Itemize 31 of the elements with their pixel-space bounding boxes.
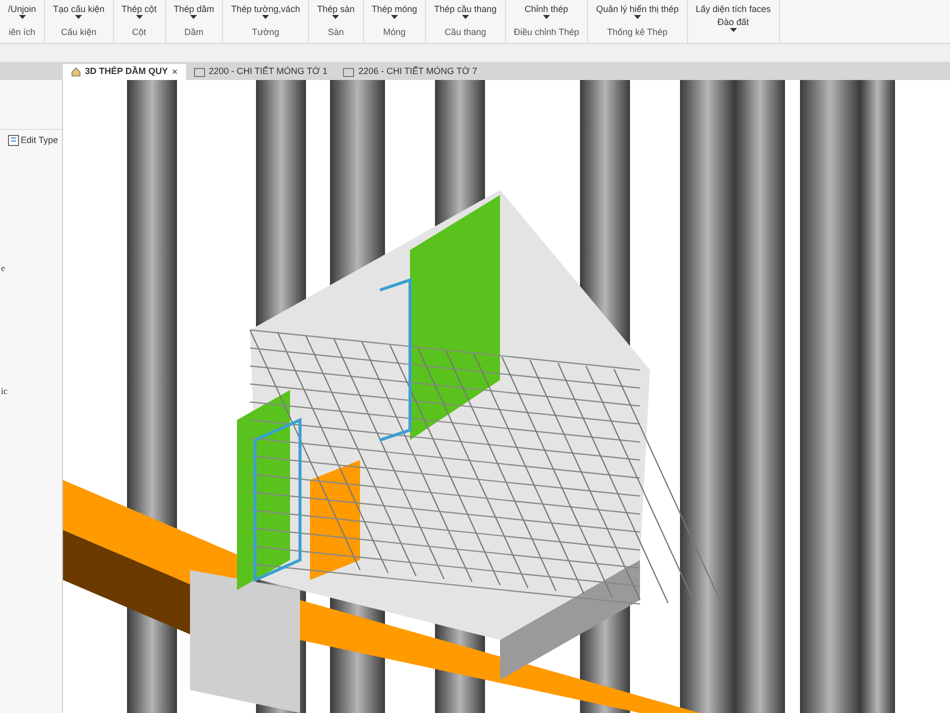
ribbon-group-label: Sàn — [328, 26, 344, 38]
ribbon-button[interactable]: Thép cầu thang — [434, 4, 497, 19]
sheet-icon — [343, 68, 354, 76]
close-icon[interactable]: × — [172, 64, 178, 80]
view-tab[interactable]: 3D THÉP DẦM QUY × — [63, 64, 186, 80]
ribbon-group-label: Cột — [132, 26, 146, 38]
property-label: e — [0, 262, 6, 274]
edit-type-button[interactable]: Edit Type — [4, 130, 62, 152]
ribbon-button[interactable]: Đào đất — [717, 17, 749, 32]
ribbon-button[interactable]: Chỉnh thép — [524, 4, 568, 19]
ribbon-group-label: Thống kê Thép — [607, 26, 668, 39]
ribbon-group-label: iên ích — [8, 26, 36, 38]
ribbon-group-label: Cầu thang — [444, 26, 486, 39]
sheet-icon — [194, 68, 205, 76]
ribbon-group-label: Cấu kiện — [61, 26, 97, 38]
property-label: ic — [0, 385, 8, 398]
ribbon-button[interactable]: Thép tường,vách — [231, 4, 300, 19]
ribbon-button[interactable]: Thép sàn — [317, 4, 355, 19]
ribbon-group-label: Dầm — [184, 26, 204, 38]
ribbon-button[interactable]: Thép cột — [122, 4, 157, 19]
edit-type-icon — [8, 135, 19, 146]
ribbon-group-label: Tường — [252, 26, 280, 39]
house-icon — [71, 67, 81, 77]
ribbon-group-label: Móng — [383, 26, 406, 39]
ribbon-button[interactable]: Thép dầm — [174, 4, 214, 19]
ribbon-button[interactable]: Tạo cấu kiện — [53, 4, 105, 19]
ribbon-button[interactable]: Quản lý hiển thị thép — [596, 4, 679, 19]
ribbon-button[interactable]: /Unjoin — [8, 4, 36, 19]
ribbon-button[interactable]: Thép móng — [372, 4, 418, 19]
ribbon-button[interactable]: Lấy diện tích faces — [696, 4, 771, 15]
ribbon-group-label: Điều chỉnh Thép — [514, 26, 580, 39]
